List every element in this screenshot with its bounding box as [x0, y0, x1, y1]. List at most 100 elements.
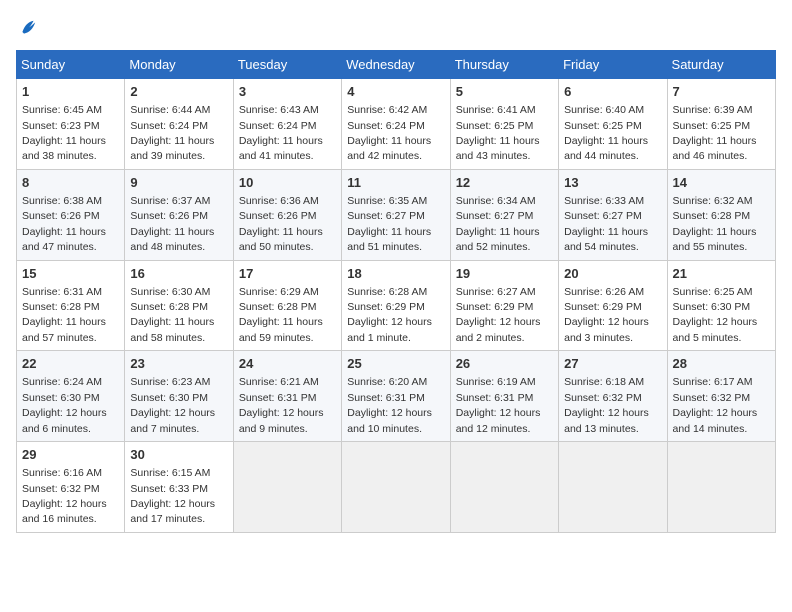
day-daylight: Daylight: 12 hours and 14 minutes. — [673, 407, 758, 434]
day-sunset: Sunset: 6:26 PM — [130, 210, 208, 222]
day-number: 8 — [22, 174, 119, 192]
calendar-day-cell: 7 Sunrise: 6:39 AM Sunset: 6:25 PM Dayli… — [667, 79, 775, 170]
day-sunrise: Sunrise: 6:34 AM — [456, 195, 536, 207]
day-sunrise: Sunrise: 6:21 AM — [239, 376, 319, 388]
day-daylight: Daylight: 11 hours and 42 minutes. — [347, 135, 431, 162]
calendar-day-header: Monday — [125, 51, 233, 79]
day-sunrise: Sunrise: 6:24 AM — [22, 376, 102, 388]
day-sunset: Sunset: 6:24 PM — [130, 120, 208, 132]
day-sunset: Sunset: 6:27 PM — [347, 210, 425, 222]
day-number: 7 — [673, 83, 770, 101]
day-sunrise: Sunrise: 6:28 AM — [347, 286, 427, 298]
day-sunset: Sunset: 6:24 PM — [347, 120, 425, 132]
day-sunset: Sunset: 6:31 PM — [347, 392, 425, 404]
logo-icon — [16, 16, 40, 40]
day-sunset: Sunset: 6:31 PM — [456, 392, 534, 404]
day-sunset: Sunset: 6:28 PM — [673, 210, 751, 222]
day-daylight: Daylight: 11 hours and 55 minutes. — [673, 226, 757, 253]
calendar-day-cell: 17 Sunrise: 6:29 AM Sunset: 6:28 PM Dayl… — [233, 260, 341, 351]
day-sunrise: Sunrise: 6:41 AM — [456, 104, 536, 116]
calendar-day-cell: 12 Sunrise: 6:34 AM Sunset: 6:27 PM Dayl… — [450, 169, 558, 260]
day-daylight: Daylight: 12 hours and 17 minutes. — [130, 498, 215, 525]
calendar-day-header: Wednesday — [342, 51, 450, 79]
calendar-day-cell: 28 Sunrise: 6:17 AM Sunset: 6:32 PM Dayl… — [667, 351, 775, 442]
calendar-header-row: SundayMondayTuesdayWednesdayThursdayFrid… — [17, 51, 776, 79]
calendar-day-cell: 1 Sunrise: 6:45 AM Sunset: 6:23 PM Dayli… — [17, 79, 125, 170]
day-sunset: Sunset: 6:25 PM — [564, 120, 642, 132]
day-sunset: Sunset: 6:25 PM — [456, 120, 534, 132]
calendar-day-header: Saturday — [667, 51, 775, 79]
day-daylight: Daylight: 11 hours and 38 minutes. — [22, 135, 106, 162]
calendar-day-cell: 18 Sunrise: 6:28 AM Sunset: 6:29 PM Dayl… — [342, 260, 450, 351]
day-number: 13 — [564, 174, 661, 192]
day-daylight: Daylight: 11 hours and 58 minutes. — [130, 316, 214, 343]
day-sunrise: Sunrise: 6:23 AM — [130, 376, 210, 388]
day-daylight: Daylight: 11 hours and 51 minutes. — [347, 226, 431, 253]
day-sunrise: Sunrise: 6:27 AM — [456, 286, 536, 298]
day-sunset: Sunset: 6:32 PM — [564, 392, 642, 404]
day-sunset: Sunset: 6:30 PM — [130, 392, 208, 404]
day-sunrise: Sunrise: 6:45 AM — [22, 104, 102, 116]
calendar-week-row: 8 Sunrise: 6:38 AM Sunset: 6:26 PM Dayli… — [17, 169, 776, 260]
day-daylight: Daylight: 11 hours and 57 minutes. — [22, 316, 106, 343]
day-daylight: Daylight: 12 hours and 3 minutes. — [564, 316, 649, 343]
day-daylight: Daylight: 11 hours and 39 minutes. — [130, 135, 214, 162]
day-daylight: Daylight: 12 hours and 10 minutes. — [347, 407, 432, 434]
calendar-day-cell — [450, 442, 558, 533]
day-daylight: Daylight: 11 hours and 43 minutes. — [456, 135, 540, 162]
calendar-day-cell: 26 Sunrise: 6:19 AM Sunset: 6:31 PM Dayl… — [450, 351, 558, 442]
calendar-day-cell: 5 Sunrise: 6:41 AM Sunset: 6:25 PM Dayli… — [450, 79, 558, 170]
day-sunrise: Sunrise: 6:39 AM — [673, 104, 753, 116]
day-number: 26 — [456, 355, 553, 373]
day-sunset: Sunset: 6:33 PM — [130, 483, 208, 495]
calendar-week-row: 15 Sunrise: 6:31 AM Sunset: 6:28 PM Dayl… — [17, 260, 776, 351]
page-header — [16, 16, 776, 40]
day-sunrise: Sunrise: 6:40 AM — [564, 104, 644, 116]
day-sunset: Sunset: 6:25 PM — [673, 120, 751, 132]
day-daylight: Daylight: 12 hours and 5 minutes. — [673, 316, 758, 343]
day-sunrise: Sunrise: 6:25 AM — [673, 286, 753, 298]
day-number: 17 — [239, 265, 336, 283]
day-number: 14 — [673, 174, 770, 192]
calendar-day-cell: 23 Sunrise: 6:23 AM Sunset: 6:30 PM Dayl… — [125, 351, 233, 442]
day-sunset: Sunset: 6:28 PM — [239, 301, 317, 313]
day-sunset: Sunset: 6:26 PM — [239, 210, 317, 222]
day-sunset: Sunset: 6:32 PM — [673, 392, 751, 404]
day-number: 12 — [456, 174, 553, 192]
day-sunrise: Sunrise: 6:36 AM — [239, 195, 319, 207]
day-sunrise: Sunrise: 6:29 AM — [239, 286, 319, 298]
day-sunset: Sunset: 6:30 PM — [22, 392, 100, 404]
day-sunset: Sunset: 6:24 PM — [239, 120, 317, 132]
day-daylight: Daylight: 12 hours and 16 minutes. — [22, 498, 107, 525]
day-sunrise: Sunrise: 6:37 AM — [130, 195, 210, 207]
day-number: 9 — [130, 174, 227, 192]
day-number: 21 — [673, 265, 770, 283]
calendar-day-cell: 22 Sunrise: 6:24 AM Sunset: 6:30 PM Dayl… — [17, 351, 125, 442]
day-sunrise: Sunrise: 6:30 AM — [130, 286, 210, 298]
day-number: 1 — [22, 83, 119, 101]
calendar-day-cell: 20 Sunrise: 6:26 AM Sunset: 6:29 PM Dayl… — [559, 260, 667, 351]
day-daylight: Daylight: 12 hours and 9 minutes. — [239, 407, 324, 434]
day-daylight: Daylight: 11 hours and 50 minutes. — [239, 226, 323, 253]
calendar-day-cell: 10 Sunrise: 6:36 AM Sunset: 6:26 PM Dayl… — [233, 169, 341, 260]
day-sunset: Sunset: 6:29 PM — [564, 301, 642, 313]
day-sunset: Sunset: 6:31 PM — [239, 392, 317, 404]
calendar-day-cell: 25 Sunrise: 6:20 AM Sunset: 6:31 PM Dayl… — [342, 351, 450, 442]
calendar-day-cell: 11 Sunrise: 6:35 AM Sunset: 6:27 PM Dayl… — [342, 169, 450, 260]
calendar-day-cell: 9 Sunrise: 6:37 AM Sunset: 6:26 PM Dayli… — [125, 169, 233, 260]
day-sunrise: Sunrise: 6:35 AM — [347, 195, 427, 207]
day-number: 3 — [239, 83, 336, 101]
day-number: 19 — [456, 265, 553, 283]
calendar-day-cell — [342, 442, 450, 533]
day-number: 29 — [22, 446, 119, 464]
day-sunrise: Sunrise: 6:43 AM — [239, 104, 319, 116]
day-number: 27 — [564, 355, 661, 373]
calendar-body: 1 Sunrise: 6:45 AM Sunset: 6:23 PM Dayli… — [17, 79, 776, 533]
day-daylight: Daylight: 11 hours and 47 minutes. — [22, 226, 106, 253]
day-sunrise: Sunrise: 6:38 AM — [22, 195, 102, 207]
calendar-day-cell: 16 Sunrise: 6:30 AM Sunset: 6:28 PM Dayl… — [125, 260, 233, 351]
calendar-week-row: 29 Sunrise: 6:16 AM Sunset: 6:32 PM Dayl… — [17, 442, 776, 533]
day-sunset: Sunset: 6:32 PM — [22, 483, 100, 495]
day-sunrise: Sunrise: 6:20 AM — [347, 376, 427, 388]
day-number: 16 — [130, 265, 227, 283]
